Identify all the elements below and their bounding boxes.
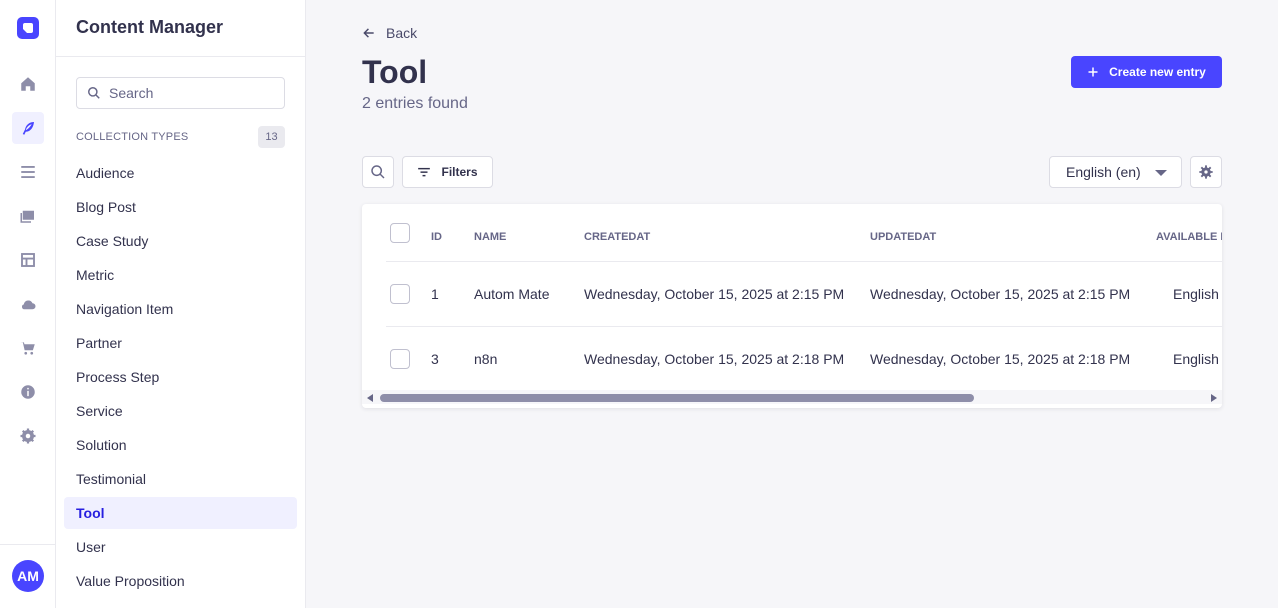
cell-createdat: Wednesday, October 15, 2025 at 2:15 PM: [584, 286, 845, 302]
cell-available-in: English: [1173, 351, 1219, 367]
collection-types-count-badge: 13: [258, 126, 285, 148]
home-icon[interactable]: [12, 68, 44, 100]
search-icon: [88, 87, 100, 99]
gear-icon: [1199, 165, 1213, 179]
sidebar-item-tool[interactable]: Tool: [64, 497, 297, 529]
column-header-available-in: AVAILABLE IN: [1156, 231, 1222, 243]
back-label: Back: [386, 25, 418, 41]
select-all-checkbox[interactable]: [390, 223, 410, 243]
plus-icon: [1088, 67, 1098, 77]
main-content: Back Tool 2 entries found Create new ent…: [306, 0, 1278, 608]
sidebar-item-navigation-item[interactable]: Navigation Item: [64, 293, 297, 325]
content-manager-sidebar: Content Manager COLLECTION TYPES 13 Audi…: [56, 0, 306, 608]
arrow-left-icon: [363, 28, 374, 38]
row-checkbox[interactable]: [390, 349, 410, 369]
sidebar-item-testimonial[interactable]: Testimonial: [64, 463, 297, 495]
sidebar-item-partner[interactable]: Partner: [64, 327, 297, 359]
locale-select[interactable]: English (en): [1049, 156, 1182, 188]
cell-available-in: English: [1173, 286, 1219, 302]
content-manager-feather-icon[interactable]: [12, 112, 44, 144]
create-new-entry-button[interactable]: Create new entry: [1071, 56, 1222, 88]
media-library-images-icon[interactable]: [12, 200, 44, 232]
sidebar-item-audience[interactable]: Audience: [64, 157, 297, 189]
sidebar-item-service[interactable]: Service: [64, 395, 297, 427]
page-title: Tool: [362, 54, 428, 90]
cell-createdat: Wednesday, October 15, 2025 at 2:18 PM: [584, 351, 845, 367]
sidebar-divider: [56, 56, 305, 57]
cell-name: Autom Mate: [474, 286, 550, 302]
sidebar-item-case-study[interactable]: Case Study: [64, 225, 297, 257]
entries-count: 2 entries found: [362, 95, 468, 112]
info-icon[interactable]: [12, 376, 44, 408]
strapi-logo[interactable]: [17, 17, 39, 39]
search-input[interactable]: [109, 85, 279, 101]
row-divider: [386, 261, 1222, 262]
caret-down-icon: [1155, 170, 1167, 176]
cell-id: 3: [431, 351, 439, 367]
column-header-updatedat[interactable]: UPDATEDAT: [870, 231, 936, 243]
entries-table: ID NAME CREATEDAT UPDATEDAT AVAILABLE IN…: [362, 204, 1222, 408]
user-avatar[interactable]: AM: [12, 560, 44, 592]
cell-updatedat: Wednesday, October 15, 2025 at 2:18 PM: [870, 351, 1131, 367]
horizontal-scrollbar[interactable]: [362, 390, 1222, 404]
rail-divider: [0, 544, 56, 545]
scrollbar-thumb[interactable]: [380, 394, 974, 402]
row-divider: [386, 326, 1222, 327]
filter-icon: [418, 167, 431, 177]
column-header-name[interactable]: NAME: [474, 231, 506, 243]
cell-id: 1: [431, 286, 439, 302]
cell-name: n8n: [474, 351, 498, 367]
layout-icon[interactable]: [12, 244, 44, 276]
cloud-icon[interactable]: [12, 288, 44, 320]
locale-value: English (en): [1066, 164, 1141, 180]
filters-button[interactable]: Filters: [402, 156, 493, 188]
row-checkbox[interactable]: [390, 284, 410, 304]
filters-label: Filters: [441, 165, 478, 179]
sidebar-item-solution[interactable]: Solution: [64, 429, 297, 461]
column-header-createdat[interactable]: CREATEDAT: [584, 231, 650, 243]
settings-gear-icon[interactable]: [12, 420, 44, 452]
search-icon: [371, 165, 385, 179]
collection-types-label: COLLECTION TYPES: [76, 131, 189, 143]
scroll-left-arrow-icon[interactable]: [367, 394, 373, 402]
sidebar-item-metric[interactable]: Metric: [64, 259, 297, 291]
sidebar-item-process-step[interactable]: Process Step: [64, 361, 297, 393]
sidebar-title: Content Manager: [76, 17, 224, 37]
scroll-right-arrow-icon[interactable]: [1211, 394, 1217, 402]
main-nav-rail: AM: [0, 0, 56, 608]
table-search-button[interactable]: [362, 156, 394, 188]
column-header-id[interactable]: ID: [431, 231, 442, 243]
sidebar-search[interactable]: [76, 77, 285, 109]
create-new-entry-label: Create new entry: [1109, 65, 1206, 79]
cell-updatedat: Wednesday, October 15, 2025 at 2:15 PM: [870, 286, 1131, 302]
table-settings-button[interactable]: [1190, 156, 1222, 188]
marketplace-cart-icon[interactable]: [12, 332, 44, 364]
back-link[interactable]: Back: [362, 25, 417, 41]
sidebar-item-value-proposition[interactable]: Value Proposition: [64, 565, 297, 597]
sidebar-item-blog-post[interactable]: Blog Post: [64, 191, 297, 223]
content-type-builder-list-icon[interactable]: [12, 156, 44, 188]
sidebar-item-user[interactable]: User: [64, 531, 297, 563]
